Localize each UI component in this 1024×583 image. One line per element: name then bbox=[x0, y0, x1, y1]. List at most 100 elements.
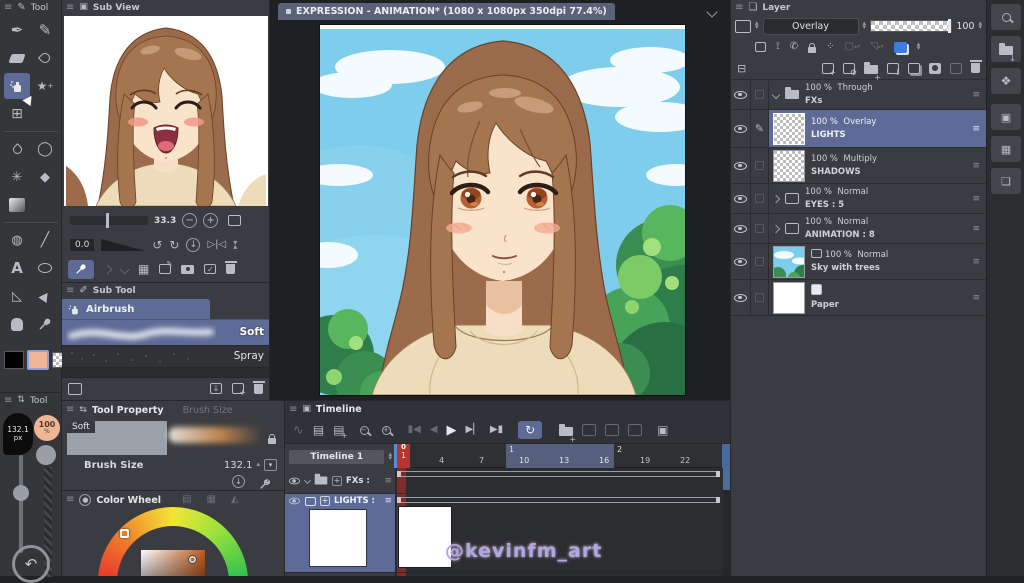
play-icon[interactable]: ▶ bbox=[447, 424, 457, 437]
eyedropper-tool[interactable] bbox=[32, 311, 58, 337]
layer-thumbnail[interactable] bbox=[773, 246, 805, 278]
layer-checkbox[interactable] bbox=[755, 161, 764, 170]
new-folder-icon[interactable]: + bbox=[864, 59, 878, 78]
draw-target-stepper[interactable]: ▴▾ bbox=[917, 43, 921, 51]
lock-layer-icon[interactable] bbox=[808, 38, 816, 57]
new-animation-cel-icon[interactable] bbox=[582, 424, 596, 436]
brush-size-stepper[interactable]: ▴ bbox=[256, 463, 260, 467]
layer-menu-icon[interactable]: ≡ bbox=[972, 124, 980, 134]
rotate-cw-button[interactable]: ↻ bbox=[169, 239, 179, 251]
visibility-eye-icon[interactable] bbox=[289, 477, 300, 484]
menu-icon[interactable]: ≡ bbox=[66, 286, 74, 296]
timeline-selector[interactable]: Timeline 1 bbox=[289, 450, 384, 464]
palette-color-stepper[interactable]: ▴▾ bbox=[755, 22, 759, 30]
layer-row-sky[interactable]: 100 % NormalSky with trees ≡ bbox=[731, 244, 986, 280]
sub-tool-item-spray[interactable]: Spray bbox=[62, 345, 269, 367]
layer-checkbox[interactable] bbox=[755, 194, 764, 203]
menu-icon[interactable]: ≡ bbox=[4, 3, 12, 13]
split-panel-icon[interactable]: ⊟ bbox=[737, 63, 746, 74]
layer-checkbox[interactable] bbox=[755, 224, 764, 233]
blend-drops-tool[interactable] bbox=[4, 136, 30, 162]
rotation-slider[interactable] bbox=[101, 239, 145, 251]
layer-row-fxs[interactable]: 100 % ThroughFXs ≡ bbox=[731, 80, 986, 110]
camera-button[interactable] bbox=[181, 265, 194, 274]
layer-row-lights-selected[interactable]: ✎ 100 % OverlayLIGHTS ≡ bbox=[731, 110, 986, 148]
blend-mode-stepper[interactable]: ▴▾ bbox=[863, 22, 867, 30]
layer-menu-icon[interactable]: ≡ bbox=[972, 293, 980, 303]
sub-view-image[interactable] bbox=[64, 16, 268, 206]
layer-menu-icon[interactable]: ≡ bbox=[972, 257, 980, 267]
cel-tab-button[interactable]: ▦ bbox=[991, 136, 1021, 162]
magic-wand-tool[interactable]: ✳ bbox=[4, 164, 30, 190]
layer-mask-icon[interactable] bbox=[929, 63, 941, 74]
menu-icon[interactable]: ≡ bbox=[289, 405, 297, 415]
clip-to-layer-below-icon[interactable] bbox=[755, 42, 766, 52]
new-animation-folder-icon[interactable]: + bbox=[559, 421, 573, 440]
draw-on-target-icon[interactable] bbox=[894, 42, 907, 53]
new-cel-button[interactable]: + bbox=[332, 476, 342, 486]
delete-image-button[interactable] bbox=[226, 264, 235, 274]
main-color-swatch[interactable] bbox=[4, 351, 24, 369]
tab-tool-property[interactable]: Tool Property bbox=[92, 405, 164, 416]
track-row-fxs[interactable]: + FXs : ≡ bbox=[285, 468, 730, 494]
visibility-eye-icon[interactable] bbox=[734, 225, 747, 233]
menu-icon[interactable]: ≡ bbox=[4, 396, 12, 406]
brush-preview-chip[interactable]: Soft bbox=[67, 421, 167, 455]
selection-launcher-tool[interactable]: ◍ bbox=[4, 227, 30, 253]
edit-image-button[interactable]: ✎ bbox=[159, 264, 171, 274]
apply-check-button[interactable]: ✓ bbox=[204, 264, 216, 274]
visibility-eye-icon[interactable] bbox=[734, 125, 747, 133]
prev-image-button[interactable] bbox=[103, 264, 113, 274]
draft-layer-icon[interactable]: ✆ bbox=[790, 42, 798, 52]
visibility-eye-icon[interactable] bbox=[289, 498, 300, 505]
flip-horizontal-button[interactable]: ▷|◁ bbox=[207, 240, 226, 250]
merge-down-icon[interactable] bbox=[908, 63, 920, 74]
collapse-tab-bar-icon[interactable] bbox=[706, 6, 717, 17]
specify-cel-icon[interactable] bbox=[605, 424, 619, 436]
layer-row-paper[interactable]: Paper ≡ bbox=[731, 280, 986, 316]
blend-tool[interactable] bbox=[32, 45, 58, 71]
fxs-clip-bar[interactable] bbox=[397, 471, 720, 477]
track-menu-icon[interactable]: ≡ bbox=[384, 476, 392, 486]
sub-color-swatch-selected[interactable] bbox=[27, 350, 49, 370]
visibility-eye-icon[interactable] bbox=[734, 294, 747, 302]
palette-color-icon[interactable] bbox=[735, 20, 751, 33]
delete-layer-icon[interactable] bbox=[971, 63, 980, 73]
size-slider-handle[interactable] bbox=[13, 485, 29, 501]
canvas-artwork[interactable] bbox=[320, 25, 685, 395]
lock-transparent-pixels-icon[interactable]: ⁘ bbox=[826, 42, 834, 52]
hand-tool[interactable] bbox=[4, 311, 30, 337]
layer-checkbox[interactable] bbox=[755, 293, 764, 302]
hue-marker[interactable] bbox=[120, 529, 129, 538]
menu-icon[interactable]: ≡ bbox=[735, 3, 743, 13]
timeline-scrollbar[interactable] bbox=[723, 468, 730, 576]
color-slider-tab-icon[interactable]: ▤ bbox=[182, 495, 191, 505]
zoom-slider[interactable] bbox=[70, 216, 148, 225]
visibility-eye-icon[interactable] bbox=[734, 162, 747, 170]
layer-menu-icon[interactable]: ≡ bbox=[972, 90, 980, 100]
timeline-tab-button[interactable]: ▣ bbox=[991, 104, 1021, 130]
reset-rotation-button[interactable]: ↓ bbox=[186, 238, 200, 252]
eyedropper-mode-button[interactable] bbox=[68, 260, 94, 279]
timeline-cel-frame-1[interactable] bbox=[398, 506, 452, 568]
skip-to-start-icon[interactable]: ▮◀ bbox=[408, 425, 421, 435]
layer-thumbnail[interactable] bbox=[773, 150, 805, 182]
ruler-range-icon[interactable]: ◹▴▾ bbox=[870, 42, 884, 52]
reference-layer-icon[interactable]: ⟟ bbox=[776, 42, 780, 52]
zoom-out-button[interactable]: − bbox=[182, 213, 197, 228]
eraser-tool[interactable] bbox=[4, 45, 30, 71]
document-tab[interactable]: EXPRESSION - ANIMATION* (1080 x 1080px 3… bbox=[278, 3, 615, 20]
decoration-tool[interactable]: ★+ bbox=[32, 73, 58, 99]
save-sub-tool-icon[interactable]: ↓ bbox=[210, 383, 222, 394]
undo-button[interactable]: ↶ bbox=[12, 545, 50, 583]
menu-icon[interactable]: ≡ bbox=[66, 405, 74, 415]
brush-size-indicator[interactable]: 132.1 px bbox=[3, 413, 33, 455]
opacity-slider[interactable] bbox=[870, 20, 952, 32]
layer-search-tab-button[interactable]: ❏ bbox=[991, 168, 1021, 194]
rotate-ccw-button[interactable]: ↺ bbox=[152, 239, 162, 251]
brush-size-slider-button[interactable]: ▾ bbox=[264, 459, 277, 471]
loop-play-button[interactable]: ↻ bbox=[518, 421, 542, 439]
sv-square[interactable] bbox=[141, 550, 205, 576]
skip-to-end-icon[interactable]: ▶▮ bbox=[490, 425, 503, 435]
delete-sub-tool-icon[interactable] bbox=[254, 384, 263, 394]
